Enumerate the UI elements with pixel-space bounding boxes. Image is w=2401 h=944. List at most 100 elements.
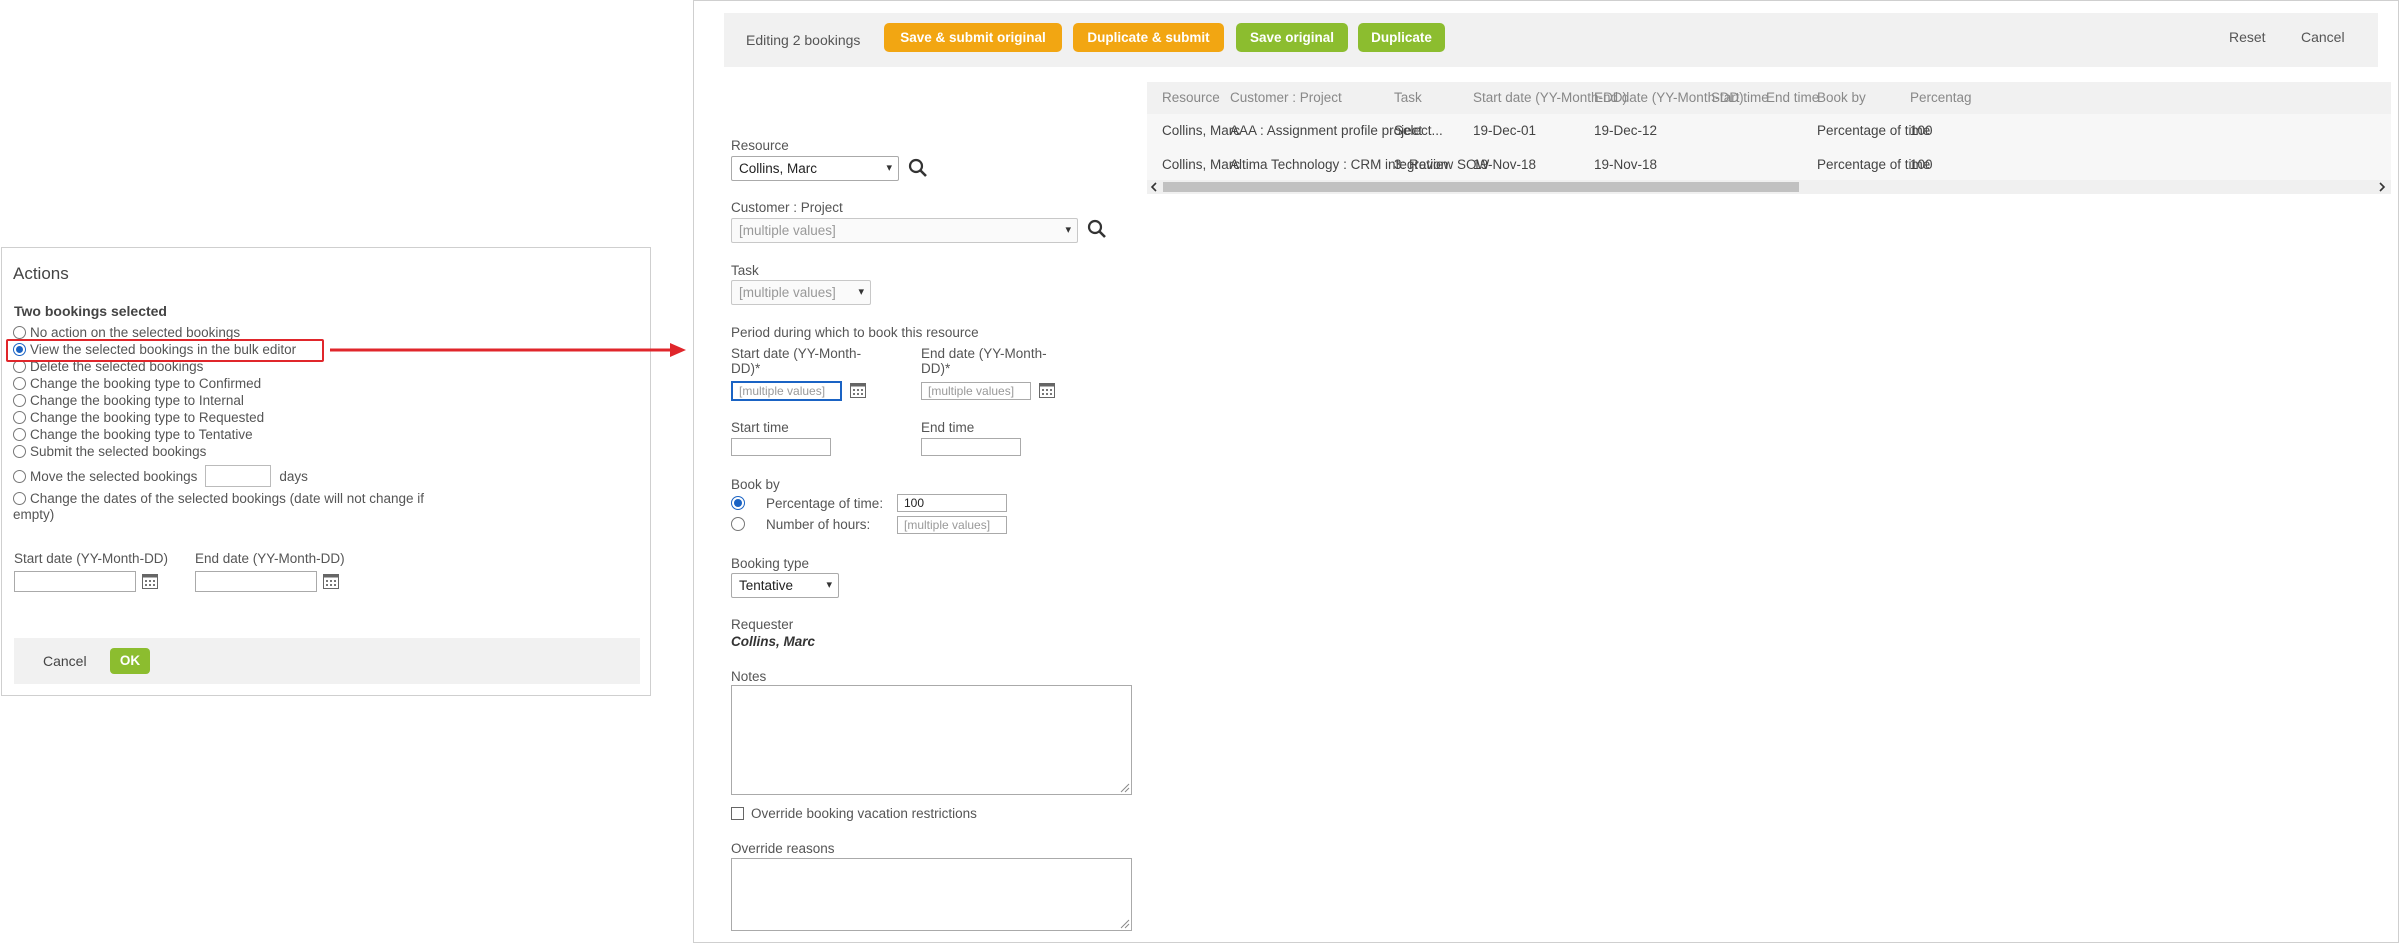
override-checkbox[interactable] — [731, 807, 744, 820]
end-date-label: End date (YY-Month-DD) — [195, 551, 345, 566]
option-type-confirmed[interactable]: Change the booking type to Confirmed — [13, 375, 261, 392]
highlight-box — [6, 339, 324, 362]
customer-project-select[interactable]: [multiple values] ▾ — [731, 218, 1078, 243]
editor-toolbar: Editing 2 bookings Save & submit origina… — [724, 13, 2378, 67]
scroll-left-icon[interactable] — [1150, 182, 1158, 192]
table-row[interactable]: Collins, Marc AAA : Assignment profile p… — [1147, 114, 2391, 148]
resize-grip-icon[interactable] — [1120, 783, 1130, 793]
reset-link[interactable]: Reset — [2229, 29, 2266, 45]
chevron-down-icon: ▾ — [858, 286, 864, 298]
duplicate-button[interactable]: Duplicate — [1358, 23, 1445, 52]
radio-icon[interactable] — [13, 377, 26, 390]
option-change-dates[interactable]: Change the dates of the selected booking… — [13, 490, 424, 507]
radio-icon[interactable] — [13, 469, 26, 483]
selection-subtitle: Two bookings selected — [14, 303, 167, 319]
arrow-icon — [330, 343, 686, 357]
save-original-button[interactable]: Save original — [1236, 23, 1348, 52]
hours-label: Number of hours: — [766, 517, 871, 532]
task-select[interactable]: [multiple values] ▾ — [731, 280, 871, 305]
customer-project-label: Customer : Project — [731, 200, 843, 215]
cell-percentage: 100 — [1910, 123, 1933, 138]
resource-select[interactable]: Collins, Marc ▾ — [731, 156, 899, 181]
radio-icon[interactable] — [13, 394, 26, 407]
resource-label: Resource — [731, 138, 789, 153]
hours-input[interactable]: [multiple values] — [897, 516, 1007, 534]
column-header[interactable]: Start time — [1711, 90, 1769, 105]
calendar-icon[interactable] — [142, 574, 158, 589]
radio-icon[interactable] — [13, 326, 26, 339]
column-header[interactable]: End time — [1766, 90, 1819, 105]
chevron-down-icon: ▾ — [826, 579, 832, 591]
start-time-input[interactable] — [731, 438, 831, 456]
percentage-input[interactable]: 100 — [897, 494, 1007, 512]
requester-value: Collins, Marc — [731, 634, 816, 649]
end-date-label: End date (YY-Month- DD)* — [921, 346, 1047, 376]
start-time-label: Start time — [731, 420, 789, 435]
column-header[interactable]: Percentag — [1910, 90, 1972, 105]
dialog-footer: Cancel OK — [14, 638, 640, 684]
calendar-icon[interactable] — [850, 383, 866, 398]
requester-label: Requester — [731, 617, 794, 632]
end-time-input[interactable] — [921, 438, 1021, 456]
duplicate-submit-button[interactable]: Duplicate & submit — [1073, 23, 1224, 52]
search-icon[interactable] — [1087, 219, 1107, 239]
override-reasons-textarea[interactable] — [731, 858, 1132, 931]
booking-type-select[interactable]: Tentative ▾ — [731, 573, 839, 598]
table-row[interactable]: Collins, Marc Altima Technology : CRM in… — [1147, 148, 2391, 180]
dialog-title: Actions — [13, 264, 69, 283]
booking-type-label: Booking type — [731, 556, 810, 571]
radio-icon[interactable] — [13, 492, 26, 505]
cell-end-date: 19-Dec-12 — [1594, 123, 1658, 138]
save-submit-original-button[interactable]: Save & submit original — [884, 23, 1062, 52]
column-header[interactable]: Book by — [1817, 90, 1866, 105]
column-header[interactable]: Resource — [1162, 90, 1220, 105]
resize-grip-icon[interactable] — [1120, 919, 1130, 929]
calendar-icon[interactable] — [1039, 383, 1055, 398]
option-type-requested[interactable]: Change the booking type to Requested — [13, 409, 264, 426]
period-label: Period during which to book this resourc… — [731, 325, 979, 340]
option-type-internal[interactable]: Change the booking type to Internal — [13, 392, 244, 409]
hours-radio[interactable] — [731, 517, 745, 531]
cell-start-date: 19-Nov-18 — [1473, 157, 1537, 172]
cell-resource: Collins, Marc — [1162, 123, 1241, 138]
ok-button[interactable]: OK — [110, 648, 150, 674]
scroll-right-icon[interactable] — [2378, 182, 2386, 192]
book-by-label: Book by — [731, 477, 780, 492]
radio-icon[interactable] — [13, 411, 26, 424]
radio-icon[interactable] — [13, 445, 26, 458]
bulk-editor-panel: Editing 2 bookings Save & submit origina… — [693, 0, 2399, 943]
horizontal-scrollbar[interactable] — [1147, 180, 2391, 194]
end-time-label: End time — [921, 420, 975, 435]
cell-resource: Collins, Marc — [1162, 157, 1241, 172]
scrollbar-thumb[interactable] — [1163, 182, 1799, 192]
override-reasons-label: Override reasons — [731, 841, 835, 856]
calendar-icon[interactable] — [323, 574, 339, 589]
start-date-input[interactable] — [14, 571, 136, 592]
radio-icon[interactable] — [13, 428, 26, 441]
search-icon[interactable] — [908, 158, 928, 178]
cell-end-date: 19-Nov-18 — [1594, 157, 1658, 172]
notes-textarea[interactable] — [731, 685, 1132, 795]
cancel-button[interactable]: Cancel — [43, 653, 87, 669]
option-submit[interactable]: Submit the selected bookings — [13, 443, 206, 460]
cell-task: Select... — [1394, 123, 1443, 138]
option-move[interactable]: Move the selected bookings days — [13, 463, 308, 489]
percentage-radio[interactable] — [731, 496, 745, 510]
end-date-input[interactable] — [195, 571, 317, 592]
override-label: Override booking vacation restrictions — [751, 806, 977, 821]
start-date-input[interactable]: [multiple values] — [731, 381, 842, 401]
option-type-tentative[interactable]: Change the booking type to Tentative — [13, 426, 253, 443]
move-days-input[interactable] — [205, 465, 272, 487]
cell-start-date: 19-Dec-01 — [1473, 123, 1537, 138]
notes-label: Notes — [731, 669, 767, 684]
percentage-label: Percentage of time: — [766, 496, 884, 511]
option-change-dates-cont: empty) — [13, 507, 55, 522]
grid-header: Resource Customer : Project Task Start d… — [1147, 82, 2391, 114]
cancel-link[interactable]: Cancel — [2301, 29, 2345, 45]
chevron-down-icon: ▾ — [1065, 224, 1071, 236]
chevron-down-icon: ▾ — [886, 162, 892, 174]
end-date-input[interactable]: [multiple values] — [921, 382, 1031, 400]
column-header[interactable]: Customer : Project — [1230, 90, 1342, 105]
column-header[interactable]: Task — [1394, 90, 1422, 105]
start-date-label: Start date (YY-Month- DD)* — [731, 346, 862, 376]
